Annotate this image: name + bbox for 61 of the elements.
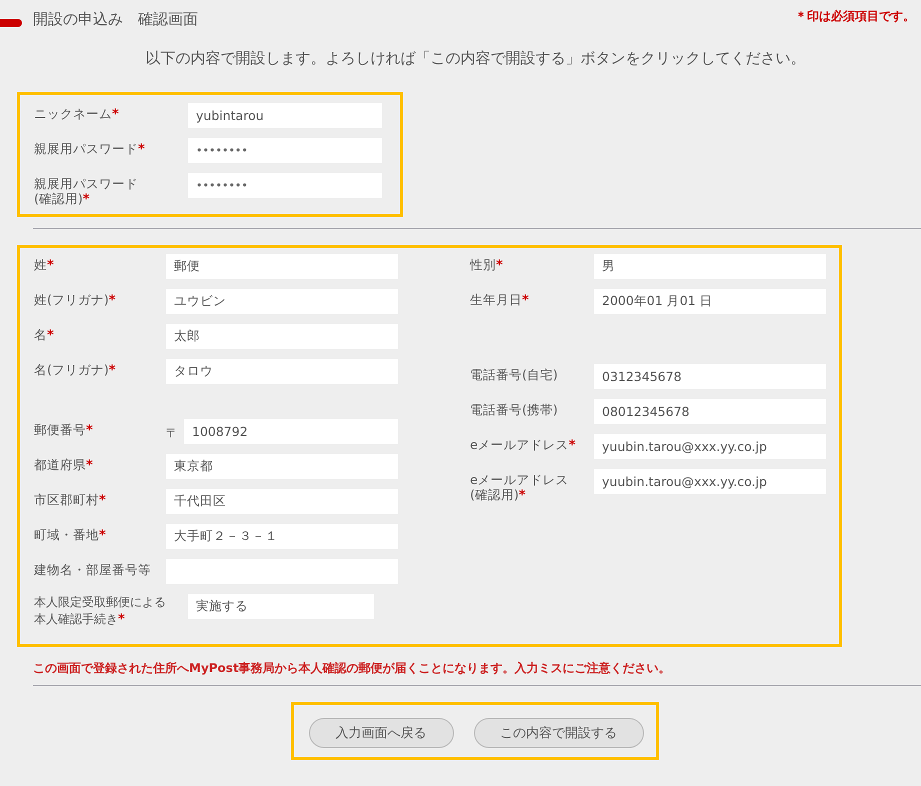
value-field[interactable]: 男: [594, 254, 826, 279]
value-field[interactable]: 0312345678: [594, 364, 826, 389]
required-mark: *: [108, 363, 116, 378]
field-label: 姓*: [34, 256, 55, 273]
field-label: 電話番号(携帯): [470, 401, 559, 417]
password-field[interactable]: ••••••••: [188, 173, 382, 198]
field-label: 親展用パスワード*: [34, 140, 146, 157]
required-mark: *: [138, 142, 145, 157]
back-button[interactable]: 入力画面へ戻る: [308, 718, 454, 748]
required-mark: *: [99, 493, 106, 508]
field-label: 電話番号(自宅): [470, 366, 559, 382]
value-field[interactable]: 千代田区: [166, 489, 398, 514]
field-label: 都道府県*: [34, 456, 94, 473]
value-field[interactable]: タロウ: [166, 359, 398, 384]
value-field[interactable]: 実施する: [188, 594, 374, 619]
field-label: 建物名・部屋番号等: [34, 561, 152, 577]
postal-code-field[interactable]: 1008792: [184, 419, 398, 444]
field-label: 本人限定受取郵便による本人確認手続き*: [34, 594, 167, 628]
submit-button[interactable]: この内容で開設する: [474, 718, 644, 748]
page-title: 開設の申込み 確認画面: [33, 10, 198, 29]
value-field[interactable]: ユウビン: [166, 289, 398, 314]
field-label: 市区郡町村*: [34, 491, 107, 508]
required-mark: *: [112, 107, 119, 122]
value-field[interactable]: 2000年01 月01 日: [594, 289, 826, 314]
required-mark: *: [99, 528, 106, 543]
field-label: 姓(フリガナ)*: [34, 291, 117, 308]
field-label: 町域・番地*: [34, 526, 107, 543]
value-field[interactable]: yubintarou: [188, 103, 382, 128]
field-label: 性別*: [470, 256, 504, 273]
required-mark: *: [118, 612, 125, 627]
required-mark: *: [82, 192, 90, 207]
value-field[interactable]: 大手町２－３－１: [166, 524, 398, 549]
notice-text: この画面で登録された住所へMyPost事務局から本人確認の郵便が届くことになります。入力ミスにご注意ください。: [33, 660, 672, 677]
required-mark: *: [518, 488, 526, 503]
required-mark: *: [86, 458, 93, 473]
field-label: 名*: [34, 326, 55, 343]
required-mark: *: [522, 293, 529, 308]
section-marker: [0, 19, 22, 27]
field-label: ニックネーム*: [34, 105, 120, 122]
field-label: 名(フリガナ)*: [34, 361, 117, 378]
required-note: ＊印は必須項目です。: [795, 8, 915, 25]
value-field[interactable]: 郵便: [166, 254, 398, 279]
field-label: eメールアドレス (確認用)*: [470, 471, 570, 503]
field-label: 郵便番号*: [34, 421, 94, 438]
postal-mark: 〒: [166, 425, 179, 442]
value-field[interactable]: 太郎: [166, 324, 398, 349]
required-mark: *: [86, 423, 93, 438]
required-mark: *: [47, 258, 54, 273]
required-mark: *: [568, 438, 576, 453]
value-field[interactable]: 東京都: [166, 454, 398, 479]
intro-text: 以下の内容で開設します。よろしければ「この内容で開設する」ボタンをクリックしてください。: [144, 49, 806, 68]
password-field[interactable]: ••••••••: [188, 138, 382, 163]
value-field[interactable]: yuubin.tarou@xxx.yy.co.jp: [594, 434, 826, 459]
required-mark: *: [47, 328, 54, 343]
field-label: 生年月日*: [470, 291, 530, 308]
value-field[interactable]: 08012345678: [594, 399, 826, 424]
field-label: 親展用パスワード (確認用)*: [34, 175, 139, 207]
field-label: eメールアドレス*: [470, 436, 577, 453]
value-field[interactable]: yuubin.tarou@xxx.yy.co.jp: [594, 469, 826, 494]
required-mark: *: [108, 293, 116, 308]
required-mark: *: [496, 258, 503, 273]
